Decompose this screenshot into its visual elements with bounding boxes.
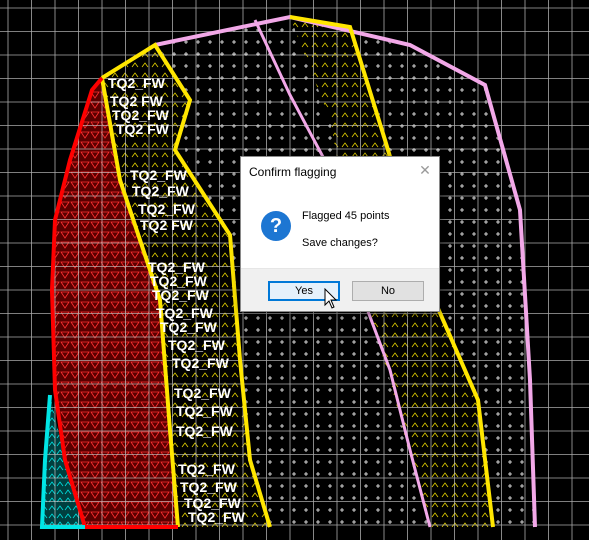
- dialog-button-bar: Yes No: [241, 268, 439, 311]
- feature-label: TQ2_FW: [130, 167, 188, 183]
- feature-label: TQ2_FW: [132, 183, 190, 199]
- question-icon: ?: [261, 211, 291, 241]
- feature-label: TQ2 FW: [116, 121, 170, 137]
- feature-label: TQ2_FW: [168, 337, 226, 353]
- feature-label: TQ2_FW: [188, 509, 246, 525]
- dialog-question: Save changes?: [302, 237, 378, 249]
- close-icon[interactable]: ✕: [417, 162, 433, 178]
- feature-label: TQ2_FW: [138, 201, 196, 217]
- feature-label: TQ2_FW: [152, 287, 210, 303]
- feature-label: TQ2_FW: [176, 423, 234, 439]
- mouse-cursor-icon: [324, 288, 338, 309]
- dialog-title: Confirm flagging: [249, 165, 337, 179]
- feature-label: TQ2 FW: [140, 217, 194, 233]
- feature-label: TQ2_FW: [174, 385, 232, 401]
- feature-label: TQ2_FW: [178, 461, 236, 477]
- feature-label: TQ2_FW: [172, 355, 230, 371]
- confirm-dialog: Confirm flagging ✕ ? Flagged 45 points S…: [240, 156, 440, 312]
- no-button[interactable]: No: [352, 281, 424, 301]
- feature-label: TQ2_FW: [108, 75, 166, 91]
- feature-label: TQ2_FW: [176, 403, 234, 419]
- feature-label: TQ2_FW: [160, 319, 218, 335]
- dialog-message: Flagged 45 points: [302, 210, 390, 222]
- feature-label: TQ2_FW: [180, 479, 238, 495]
